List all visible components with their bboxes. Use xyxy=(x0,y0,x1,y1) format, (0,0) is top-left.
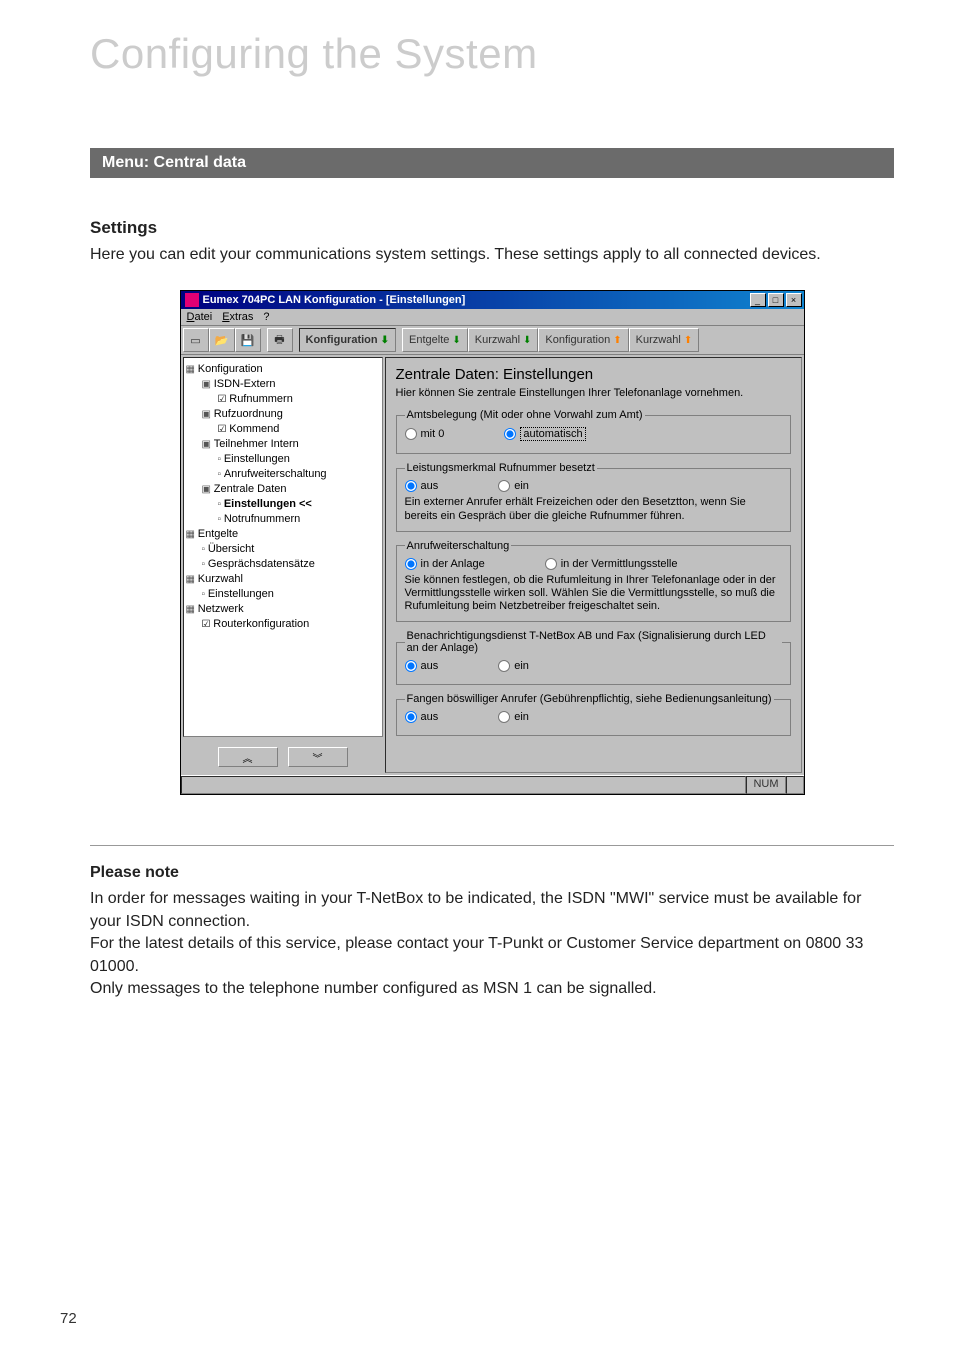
radio-fangen-aus[interactable]: aus xyxy=(405,711,439,723)
tree-kommend[interactable]: Kommend xyxy=(186,422,380,437)
tree-uebersicht[interactable]: Übersicht xyxy=(186,542,380,557)
menu-strip: Datei Extras ? xyxy=(181,309,804,326)
app-icon xyxy=(185,293,199,307)
tree-expand-button[interactable]: ︾ xyxy=(288,747,348,767)
legend-tnetbox: Benachrichtigungsdienst T-NetBox AB und … xyxy=(405,630,782,654)
page-title: Configuring the System xyxy=(90,30,894,78)
section-heading: Settings xyxy=(90,218,894,238)
menu-extras[interactable]: Extras xyxy=(222,311,253,323)
note-heading: Please note xyxy=(90,864,894,882)
tree-panel[interactable]: Konfiguration ISDN-Extern Rufnummern Ruf… xyxy=(183,357,383,737)
legend-fangen: Fangen böswilliger Anrufer (Gebührenpfli… xyxy=(405,693,774,705)
tree-collapse-button[interactable]: ︽ xyxy=(218,747,278,767)
radio-besetzt-ein[interactable]: ein xyxy=(498,480,529,492)
group-aws: Anrufweiterschaltung in der Anlage in de… xyxy=(396,540,791,623)
save-icon[interactable]: 💾 xyxy=(235,328,261,352)
page-number: 72 xyxy=(60,1310,77,1327)
legend-aws: Anrufweiterschaltung xyxy=(405,540,512,552)
tree-isdn-extern[interactable]: ISDN-Extern xyxy=(186,377,380,392)
toolbar-konfiguration-down[interactable]: Konfiguration⬇ xyxy=(299,328,397,352)
tree-teilnehmer-intern[interactable]: Teilnehmer Intern xyxy=(186,437,380,452)
note-line-2: For the latest details of this service, … xyxy=(90,933,894,978)
radio-tnetbox-ein[interactable]: ein xyxy=(498,660,529,672)
radio-aws-anlage[interactable]: in der Anlage xyxy=(405,558,485,570)
tree-einstellungen-2[interactable]: Einstellungen xyxy=(186,587,380,602)
tree-netzwerk[interactable]: Netzwerk xyxy=(186,602,380,617)
radio-fangen-ein[interactable]: ein xyxy=(498,711,529,723)
menu-help[interactable]: ? xyxy=(263,311,269,323)
group-tnetbox: Benachrichtigungsdienst T-NetBox AB und … xyxy=(396,630,791,685)
toolbar-kurzwahl-down[interactable]: Kurzwahl⬇ xyxy=(468,328,539,352)
tree-zentrale-daten[interactable]: Zentrale Daten xyxy=(186,482,380,497)
title-bar: Eumex 704PC LAN Konfiguration - [Einstel… xyxy=(181,291,804,309)
new-icon[interactable]: ▭ xyxy=(183,328,209,352)
tree-gespraechsdatensaetze[interactable]: Gesprächsdatensätze xyxy=(186,557,380,572)
tree-einstellungen-1[interactable]: Einstellungen xyxy=(186,452,380,467)
panel-title: Zentrale Daten: Einstellungen xyxy=(396,366,791,383)
title-text: Eumex 704PC LAN Konfiguration - [Einstel… xyxy=(203,294,750,306)
main-panel: Zentrale Daten: Einstellungen Hier könne… xyxy=(385,357,802,773)
status-bar: NUM xyxy=(181,775,804,794)
legend-amtsbelegung: Amtsbelegung (Mit oder ohne Vorwahl zum … xyxy=(405,409,645,421)
section-text: Here you can edit your communications sy… xyxy=(90,244,894,266)
tree-rufzuordnung[interactable]: Rufzuordnung xyxy=(186,407,380,422)
note-line-1: In order for messages waiting in your T-… xyxy=(90,888,894,933)
note-block: Please note In order for messages waitin… xyxy=(90,845,894,1000)
tree-entgelte[interactable]: Entgelte xyxy=(186,527,380,542)
note-line-3: Only messages to the telephone number co… xyxy=(90,978,894,1000)
app-window: Eumex 704PC LAN Konfiguration - [Einstel… xyxy=(180,290,805,795)
tree-notrufnummern[interactable]: Notrufnummern xyxy=(186,512,380,527)
radio-tnetbox-aus[interactable]: aus xyxy=(405,660,439,672)
status-num: NUM xyxy=(746,776,785,794)
group-besetzt: Leistungsmerkmal Rufnummer besetzt aus e… xyxy=(396,462,791,531)
close-button[interactable]: × xyxy=(786,293,802,307)
group-fangen: Fangen böswilliger Anrufer (Gebührenpfli… xyxy=(396,693,791,736)
tree-root[interactable]: Konfiguration xyxy=(186,362,380,377)
open-icon[interactable]: 📂 xyxy=(209,328,235,352)
toolbar-entgelte-down[interactable]: Entgelte⬇ xyxy=(402,328,468,352)
note-aws: Sie können festlegen, ob die Rufumleitun… xyxy=(405,574,782,614)
panel-desc: Hier können Sie zentrale Einstellungen I… xyxy=(396,387,791,399)
maximize-button[interactable]: □ xyxy=(768,293,784,307)
menu-heading: Menu: Central data xyxy=(90,148,894,178)
group-amtsbelegung: Amtsbelegung (Mit oder ohne Vorwahl zum … xyxy=(396,409,791,454)
menu-datei[interactable]: Datei xyxy=(187,311,213,323)
tree-routerkonfiguration[interactable]: Routerkonfiguration xyxy=(186,617,380,632)
minimize-button[interactable]: _ xyxy=(750,293,766,307)
toolbar: ▭ 📂 💾 🖶 Konfiguration⬇ Entgelte⬇ Kurzwah… xyxy=(181,326,804,355)
toolbar-kurzwahl-up[interactable]: Kurzwahl⬆ xyxy=(629,328,700,352)
tree-anrufweiterschaltung[interactable]: Anrufweiterschaltung xyxy=(186,467,380,482)
toolbar-konfiguration-up[interactable]: Konfiguration⬆ xyxy=(538,328,628,352)
radio-mit-0[interactable]: mit 0 xyxy=(405,428,445,440)
radio-automatisch[interactable]: automatisch xyxy=(504,427,585,441)
print-icon[interactable]: 🖶 xyxy=(267,328,293,352)
tree-rufnummern[interactable]: Rufnummern xyxy=(186,392,380,407)
tree-kurzwahl[interactable]: Kurzwahl xyxy=(186,572,380,587)
radio-aws-vst[interactable]: in der Vermittlungsstelle xyxy=(545,558,678,570)
tree-einstellungen-current[interactable]: Einstellungen xyxy=(186,497,380,512)
radio-besetzt-aus[interactable]: aus xyxy=(405,480,439,492)
note-besetzt: Ein externer Anrufer erhält Freizeichen … xyxy=(405,496,782,522)
legend-besetzt: Leistungsmerkmal Rufnummer besetzt xyxy=(405,462,597,474)
